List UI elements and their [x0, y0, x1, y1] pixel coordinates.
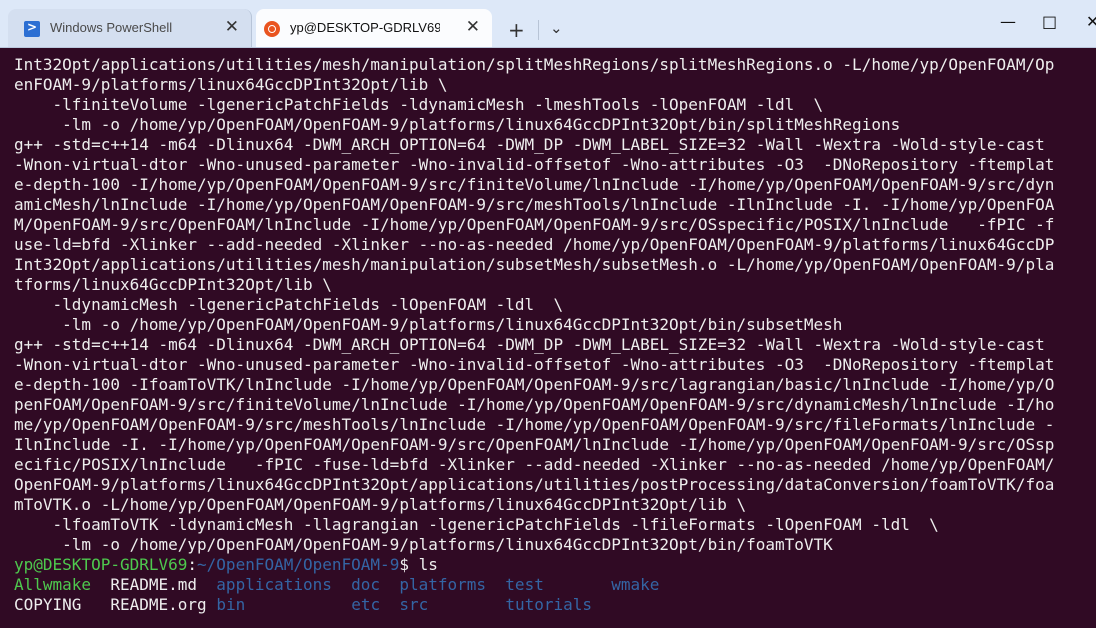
output-line: tforms/linux64GccDPInt32Opt/lib \ [14, 275, 332, 294]
prompt-user-host: yp@DESKTOP-GDRLV69 [14, 555, 188, 574]
prompt-path: ~/OpenFOAM/OpenFOAM-9 [197, 555, 400, 574]
tab-dropdown-icon[interactable]: ⌄ [550, 19, 563, 37]
tab-close-button[interactable]: ✕ [225, 17, 239, 37]
ls-entry-file: README.md [110, 575, 198, 594]
output-line: -lfoamToVTK -ldynamicMesh -llagrangian -… [14, 515, 939, 534]
output-line: use-ld=bfd -Xlinker --add-needed -Xlinke… [14, 235, 1055, 254]
close-window-button[interactable]: ✕ [1086, 12, 1096, 31]
output-line: e-depth-100 -I/home/yp/OpenFOAM/OpenFOAM… [14, 175, 1055, 194]
output-line: -Wnon-virtual-dtor -Wno-unused-parameter… [14, 355, 1055, 374]
output-line: mToVTK.o -L/home/yp/OpenFOAM/OpenFOAM-9/… [14, 495, 747, 514]
ls-output-row: Allwmake README.md applications doc plat… [14, 575, 1096, 595]
output-line: g++ -std=c++14 -m64 -Dlinux64 -DWM_ARCH_… [14, 135, 1045, 154]
ls-entry-executable: Allwmake [14, 575, 92, 594]
output-line: M/OpenFOAM-9/src/OpenFOAM/lnInclude -I/h… [14, 215, 1055, 234]
prompt-colon: : [187, 555, 198, 574]
output-line: penFOAM/OpenFOAM-9/src/finiteVolume/lnIn… [14, 395, 1055, 414]
output-line: e-depth-100 -IfoamToVTK/lnInclude -I/hom… [14, 375, 1055, 394]
ls-entry-directory: src [399, 595, 429, 614]
output-line: me/yp/OpenFOAM/OpenFOAM-9/src/meshTools/… [14, 415, 1055, 434]
tab-windows-powershell[interactable]: Windows PowerShell ✕ [8, 9, 252, 47]
powershell-icon [24, 20, 40, 37]
output-line: -lm -o /home/yp/OpenFOAM/OpenFOAM-9/plat… [14, 535, 833, 554]
tab-title: Windows PowerShell [50, 20, 173, 35]
new-tab-button[interactable]: + [508, 18, 525, 42]
minimize-button[interactable]: — [1000, 12, 1016, 31]
prompt-line: yp@DESKTOP-GDRLV69:~/OpenFOAM/OpenFOAM-9… [14, 555, 1096, 575]
tab-close-button[interactable]: ✕ [466, 17, 480, 37]
output-line: OpenFOAM-9/platforms/linux64GccDPInt32Op… [14, 475, 1055, 494]
output-line: -lm -o /home/yp/OpenFOAM/OpenFOAM-9/plat… [14, 115, 901, 134]
output-line: IlnInclude -I. -I/home/yp/OpenFOAM/OpenF… [14, 435, 1055, 454]
output-line: g++ -std=c++14 -m64 -Dlinux64 -DWM_ARCH_… [14, 335, 1045, 354]
output-line: -ldynamicMesh -lgenericPatchFields -lOpe… [14, 295, 564, 314]
output-line: Int32Opt/applications/utilities/mesh/man… [14, 55, 1055, 74]
prompt-symbol: $ [399, 555, 419, 574]
output-line: amicMesh/lnInclude -I/home/yp/OpenFOAM/O… [14, 195, 1055, 214]
tab-title: yp@DESKTOP-GDRLV69: ~/Op [290, 20, 440, 35]
ls-entry-directory: etc [351, 595, 381, 614]
terminal-output[interactable]: Int32Opt/applications/utilities/mesh/man… [14, 55, 1096, 615]
output-line: Int32Opt/applications/utilities/mesh/man… [14, 255, 1055, 274]
ls-entry-directory: doc [351, 575, 381, 594]
output-line: -Wnon-virtual-dtor -Wno-unused-parameter… [14, 155, 1055, 174]
ls-output-row: COPYING README.org bin etc src tutorials [14, 595, 1096, 615]
output-line: -lm -o /home/yp/OpenFOAM/OpenFOAM-9/plat… [14, 315, 843, 334]
ubuntu-icon [264, 21, 280, 37]
output-line: ecific/POSIX/lnInclude -fPIC -fuse-ld=bf… [14, 455, 1055, 474]
output-line: enFOAM-9/platforms/linux64GccDPInt32Opt/… [14, 75, 448, 94]
prompt-command: ls [418, 555, 438, 574]
maximize-button[interactable]: □ [1042, 12, 1057, 31]
ls-entry-directory: platforms [399, 575, 487, 594]
ls-entry-directory: applications [216, 575, 332, 594]
output-line: -lfiniteVolume -lgenericPatchFields -ldy… [14, 95, 824, 114]
tab-separator [538, 20, 539, 40]
ls-entry-directory: tutorials [505, 595, 593, 614]
ls-entry-file: README.org [110, 595, 207, 614]
ls-entry-file: COPYING [14, 595, 82, 614]
ls-entry-directory: wmake [611, 575, 660, 594]
tab-ubuntu-terminal[interactable]: yp@DESKTOP-GDRLV69: ~/Op ✕ [256, 9, 492, 47]
ls-entry-directory: test [505, 575, 544, 594]
ls-entry-directory: bin [216, 595, 246, 614]
tab-bar: Windows PowerShell ✕ yp@DESKTOP-GDRLV69:… [0, 0, 1096, 48]
